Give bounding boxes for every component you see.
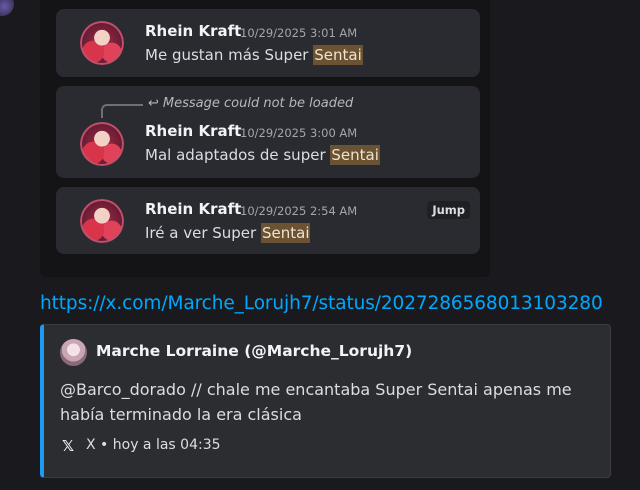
author-name[interactable]: Rhein Kraft — [145, 22, 241, 40]
partial-avatar — [0, 0, 14, 16]
embed-author[interactable]: Marche Lorraine (@Marche_Lorujh7) — [96, 342, 412, 360]
x-logo-icon: 𝕏 — [61, 437, 75, 455]
message-timestamp: 10/29/2025 3:01 AM — [240, 26, 358, 40]
search-highlight: Sentai — [260, 223, 311, 243]
author-name[interactable]: Rhein Kraft — [145, 122, 241, 140]
message-timestamp: 10/29/2025 3:00 AM — [240, 126, 358, 140]
embed-footer: 𝕏 X • hoy a las 04:35 — [60, 437, 221, 454]
message-text: Me gustan más Super — [145, 46, 314, 64]
reply-preview: ↩ Message could not be loaded — [148, 96, 353, 111]
search-result-message[interactable]: Rhein Kraft 10/29/2025 2:54 AM Jump Iré … — [56, 187, 480, 254]
author-name[interactable]: Rhein Kraft — [145, 200, 241, 218]
message-text: Mal adaptados de super — [145, 146, 331, 164]
message-content: Iré a ver Super Sentai — [145, 223, 311, 243]
search-result-message[interactable]: ↩ Message could not be loaded Rhein Kraft… — [56, 86, 480, 178]
search-result-message[interactable]: Rhein Kraft 10/29/2025 3:01 AM Me gustan… — [56, 9, 480, 77]
avatar[interactable] — [80, 122, 124, 166]
embed-footer-text: X • hoy a las 04:35 — [86, 437, 221, 453]
message-timestamp: 10/29/2025 2:54 AM — [240, 204, 358, 218]
jump-button[interactable]: Jump — [427, 201, 470, 219]
embed-author-avatar[interactable] — [60, 339, 87, 366]
reply-connector — [101, 104, 143, 118]
message-content: Mal adaptados de super Sentai — [145, 145, 380, 165]
search-highlight: Sentai — [313, 45, 363, 65]
avatar[interactable] — [80, 199, 124, 243]
embed-description: @Barco_dorado // chale me encantaba Supe… — [60, 380, 572, 424]
status-link[interactable]: https://x.com/Marche_Lorujh7/status/2027… — [40, 293, 603, 314]
search-highlight: Sentai — [330, 145, 380, 165]
message-content: Me gustan más Super Sentai — [145, 45, 363, 65]
reply-notice: Message could not be loaded — [162, 96, 354, 111]
message-text: Iré a ver Super — [145, 224, 261, 242]
link-embed: Marche Lorraine (@Marche_Lorujh7) @Barco… — [40, 324, 611, 478]
avatar[interactable] — [80, 21, 124, 65]
reply-arrow-icon: ↩ — [148, 96, 159, 111]
